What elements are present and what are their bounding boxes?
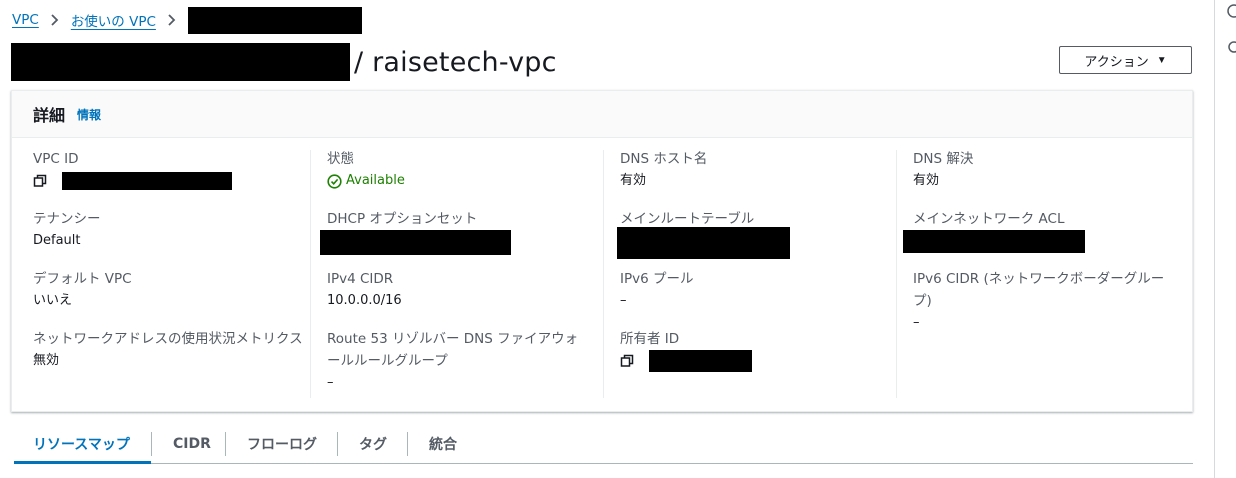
details-column-1: VPC ID テナンシー Default デフォルト VPC いいえ ネットワー… [33, 148, 303, 396]
check-circle-icon [327, 173, 342, 189]
ipv6-cidr-value: – [913, 315, 920, 330]
tab-divider [151, 432, 152, 456]
field-main-route-table: メインルートテーブル [617, 208, 890, 263]
caret-down-icon: ▼ [1156, 54, 1167, 66]
state-label: 状態 [327, 151, 354, 167]
field-tenancy: テナンシー Default [33, 208, 303, 252]
breadcrumb-current-redacted [187, 6, 362, 34]
chevron-right-icon [168, 14, 176, 26]
tab-integrations[interactable]: 統合 [429, 424, 457, 464]
tab-divider [337, 432, 338, 456]
page-title-row: / raisetech-vpc [11, 42, 557, 82]
info-icon[interactable] [1227, 4, 1236, 18]
dns-hostnames-label: DNS ホスト名 [620, 151, 708, 167]
vpc-id-value-row [33, 170, 303, 192]
tenancy-value: Default [33, 233, 81, 248]
dns-hostnames-value: 有効 [620, 173, 647, 188]
field-ipv6-pool: IPv6 プール – [620, 268, 890, 312]
route53-firewall-label: Route 53 リゾルバー DNS ファイアウォールルールグループ [327, 331, 579, 369]
breadcrumb-your-vpcs-link[interactable]: お使いの VPC [71, 10, 156, 30]
field-dhcp-options: DHCP オプションセット [320, 208, 597, 259]
tab-resource-map[interactable]: リソースマップ [33, 424, 130, 464]
tenancy-label: テナンシー [33, 211, 101, 227]
column-divider [603, 150, 604, 398]
ipv6-pool-label: IPv6 プール [620, 271, 694, 287]
copy-icon[interactable] [33, 174, 47, 188]
field-dns-resolution: DNS 解決 有効 [913, 148, 1183, 192]
ipv6-pool-value: – [620, 293, 627, 308]
actions-button-label: アクション [1084, 53, 1149, 69]
field-main-network-acl: メインネットワーク ACL [903, 208, 1183, 257]
ipv4-cidr-value: 10.0.0.0/16 [327, 293, 402, 308]
field-state: 状態 Available [327, 148, 597, 192]
state-value: Available [346, 173, 405, 188]
main-network-acl-label: メインネットワーク ACL [913, 211, 1065, 227]
ipv6-cidr-label: IPv6 CIDR (ネットワークボーダーグループ) [913, 271, 1165, 309]
breadcrumb: VPC お使いの VPC [12, 6, 362, 34]
details-panel: 詳細 情報 VPC ID テナンシー Default デフォルト VPC いいえ… [11, 90, 1193, 412]
copy-icon[interactable] [620, 354, 634, 368]
details-column-2: 状態 Available DHCP オプションセット IPv4 CIDR 10.… [320, 148, 597, 396]
active-tab-indicator [14, 461, 151, 464]
dhcp-options-label: DHCP オプションセット [327, 211, 478, 227]
tab-cidr[interactable]: CIDR [173, 424, 211, 464]
dns-resolution-value: 有効 [913, 173, 940, 188]
owner-id-value-redacted [649, 350, 752, 372]
field-owner-id: 所有者 ID [620, 328, 890, 372]
details-title: 詳細 [33, 106, 66, 125]
tab-tags[interactable]: タグ [359, 424, 387, 464]
dns-resolution-label: DNS 解決 [913, 151, 974, 167]
details-column-4: DNS 解決 有効 メインネットワーク ACL IPv6 CIDR (ネットワー… [903, 148, 1183, 396]
owner-id-value-row [620, 350, 890, 372]
field-network-address-metrics: ネットワークアドレスの使用状況メトリクス 無効 [33, 328, 303, 372]
vpc-id-label: VPC ID [33, 151, 79, 167]
tab-flow-logs[interactable]: フローログ [247, 424, 317, 464]
main-route-table-value-redacted[interactable] [617, 227, 790, 259]
field-ipv4-cidr: IPv4 CIDR 10.0.0.0/16 [327, 268, 597, 312]
vpc-id-redacted [11, 43, 350, 81]
column-divider [896, 150, 897, 398]
details-column-3: DNS ホスト名 有効 メインルートテーブル IPv6 プール – 所有者 ID [617, 148, 890, 396]
right-utility-rail [1214, 0, 1236, 478]
ipv4-cidr-label: IPv4 CIDR [327, 271, 394, 287]
dhcp-options-value-redacted[interactable] [320, 230, 511, 255]
field-route53-firewall: Route 53 リゾルバー DNS ファイアウォールルールグループ – [327, 328, 585, 394]
field-ipv6-cidr: IPv6 CIDR (ネットワークボーダーグループ) – [913, 268, 1175, 334]
default-vpc-value: いいえ [33, 293, 73, 308]
chevron-right-icon [51, 14, 59, 26]
field-vpc-id: VPC ID [33, 148, 303, 192]
field-dns-hostnames: DNS ホスト名 有効 [620, 148, 890, 192]
tab-bar: リソースマップ CIDR フローログ タグ 統合 [14, 424, 1193, 464]
route53-firewall-value: – [327, 375, 334, 390]
actions-dropdown-button[interactable]: アクション ▼ [1059, 46, 1192, 74]
tab-divider [407, 432, 408, 456]
main-network-acl-value-redacted[interactable] [903, 230, 1085, 253]
breadcrumb-vpc-link[interactable]: VPC [12, 12, 39, 28]
default-vpc-label: デフォルト VPC [33, 271, 132, 287]
column-divider [310, 150, 311, 398]
vpc-id-value-redacted [62, 172, 232, 190]
details-grid: VPC ID テナンシー Default デフォルト VPC いいえ ネットワー… [12, 138, 1194, 398]
details-panel-header: 詳細 情報 [12, 91, 1192, 138]
state-status: Available [327, 170, 597, 192]
owner-id-label: 所有者 ID [620, 331, 680, 347]
info-link[interactable]: 情報 [77, 106, 101, 123]
network-address-metrics-label: ネットワークアドレスの使用状況メトリクス [33, 331, 303, 347]
network-address-metrics-value: 無効 [33, 353, 60, 368]
tab-divider [225, 432, 226, 456]
page-title: / raisetech-vpc [354, 46, 557, 78]
settings-icon[interactable] [1227, 40, 1236, 54]
field-default-vpc: デフォルト VPC いいえ [33, 268, 303, 312]
